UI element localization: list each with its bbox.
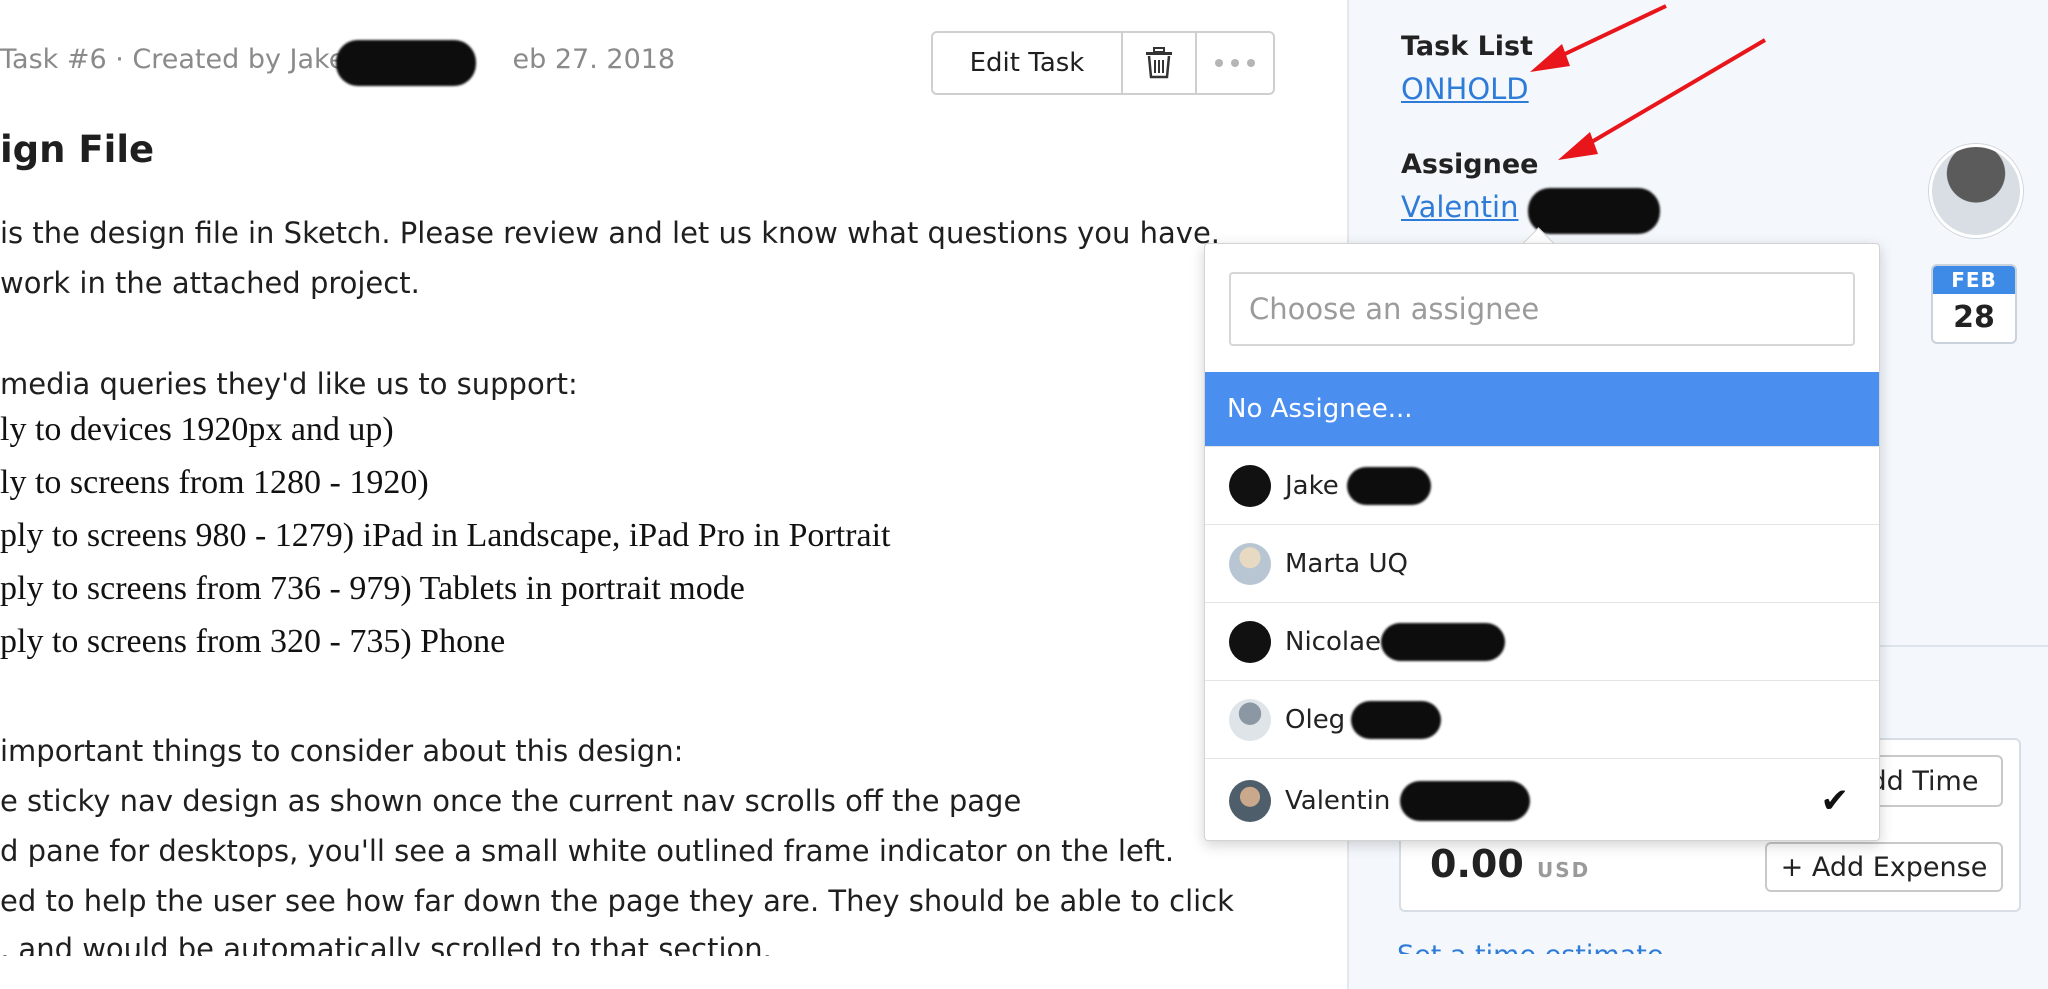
no-assignee-option[interactable]: No Assignee... [1205,372,1879,446]
add-time-label: dd Time [1869,765,1979,797]
consider-item: , and would be automatically scrolled to… [0,932,772,956]
avatar [1229,542,1271,585]
due-day: 28 [1953,300,1995,335]
media-query-item: ply to screens from 736 - 979) Tablets i… [0,570,745,607]
assignee-name: Jake [1285,470,1339,501]
avatar [1229,620,1271,663]
due-date-calendar[interactable]: FEB 28 [1931,264,2017,344]
redaction-mark [1381,622,1506,661]
ellipsis-icon [1215,59,1255,67]
redaction-mark [1528,188,1660,234]
media-query-item: ply to screens 980 - 1279) iPad in Lands… [0,517,891,554]
no-assignee-label: No Assignee... [1227,394,1413,424]
add-expense-button[interactable]: + Add Expense [1765,842,2003,892]
description-line: is the design file in Sketch. Please rev… [0,216,1221,250]
edit-task-button[interactable]: Edit Task [933,33,1123,93]
expense-currency: USD [1537,858,1591,882]
arrow-head [1558,132,1598,160]
assignee-option-marta[interactable]: Marta UQ [1205,524,1879,602]
task-title: ign File [0,128,155,171]
redaction-mark [336,40,476,86]
media-query-item: ly to devices 1920px and up) [0,411,394,448]
assignee-name: Oleg [1285,704,1346,735]
checkmark-icon: ✔ [1820,780,1850,821]
task-meta-prefix: Task #6 · Created by Jake [0,44,346,75]
redaction-mark [1400,780,1531,821]
due-month: FEB [1933,266,2015,294]
consider-item: e sticky nav design as shown once the cu… [0,784,1022,818]
assignee-name: Valentin [1285,785,1391,816]
media-query-item: ply to screens from 320 - 735) Phone [0,623,506,660]
more-options-button[interactable] [1197,33,1273,93]
assignee-dropdown: No Assignee... Jake Marta UQ Nicolae Ole… [1204,243,1880,841]
delete-task-button[interactable] [1123,33,1197,93]
redaction-mark [1351,700,1442,739]
time-estimate-link[interactable]: Set a time estimate [1397,940,1663,954]
expense-amount: 0.00 [1430,842,1524,886]
arrow-head [1530,44,1570,72]
consider-item: d pane for desktops, you'll see a small … [0,834,1175,868]
description-line: important things to consider about this … [0,734,684,768]
assignee-link[interactable]: Valentin [1401,190,1518,224]
task-meta-date: eb 27. 2018 [512,44,676,75]
assignee-name: Marta UQ [1285,548,1408,579]
avatar [1229,698,1271,741]
assignee-search-input[interactable] [1229,272,1855,346]
trash-icon [1146,47,1172,79]
assignee-avatar [1929,144,2023,238]
avatar [1229,464,1271,507]
assignee-option-valentin[interactable]: Valentin ✔ [1205,758,1879,840]
consider-item: ed to help the user see how far down the… [0,884,1234,918]
redaction-mark [1346,466,1431,505]
assignee-option-nicolae[interactable]: Nicolae [1205,602,1879,680]
assignee-option-jake[interactable]: Jake [1205,446,1879,524]
description-line: work in the attached project. [0,266,420,300]
description-line: media queries they'd like us to support: [0,367,578,401]
annotation-arrows [1530,4,1767,160]
assignee-option-oleg[interactable]: Oleg [1205,680,1879,758]
assignee-name: Nicolae [1285,626,1382,657]
avatar [1229,779,1271,822]
add-expense-label: + Add Expense [1780,851,1988,883]
media-query-item: ly to screens from 1280 - 1920) [0,464,429,501]
task-toolbar: Edit Task [931,31,1275,95]
